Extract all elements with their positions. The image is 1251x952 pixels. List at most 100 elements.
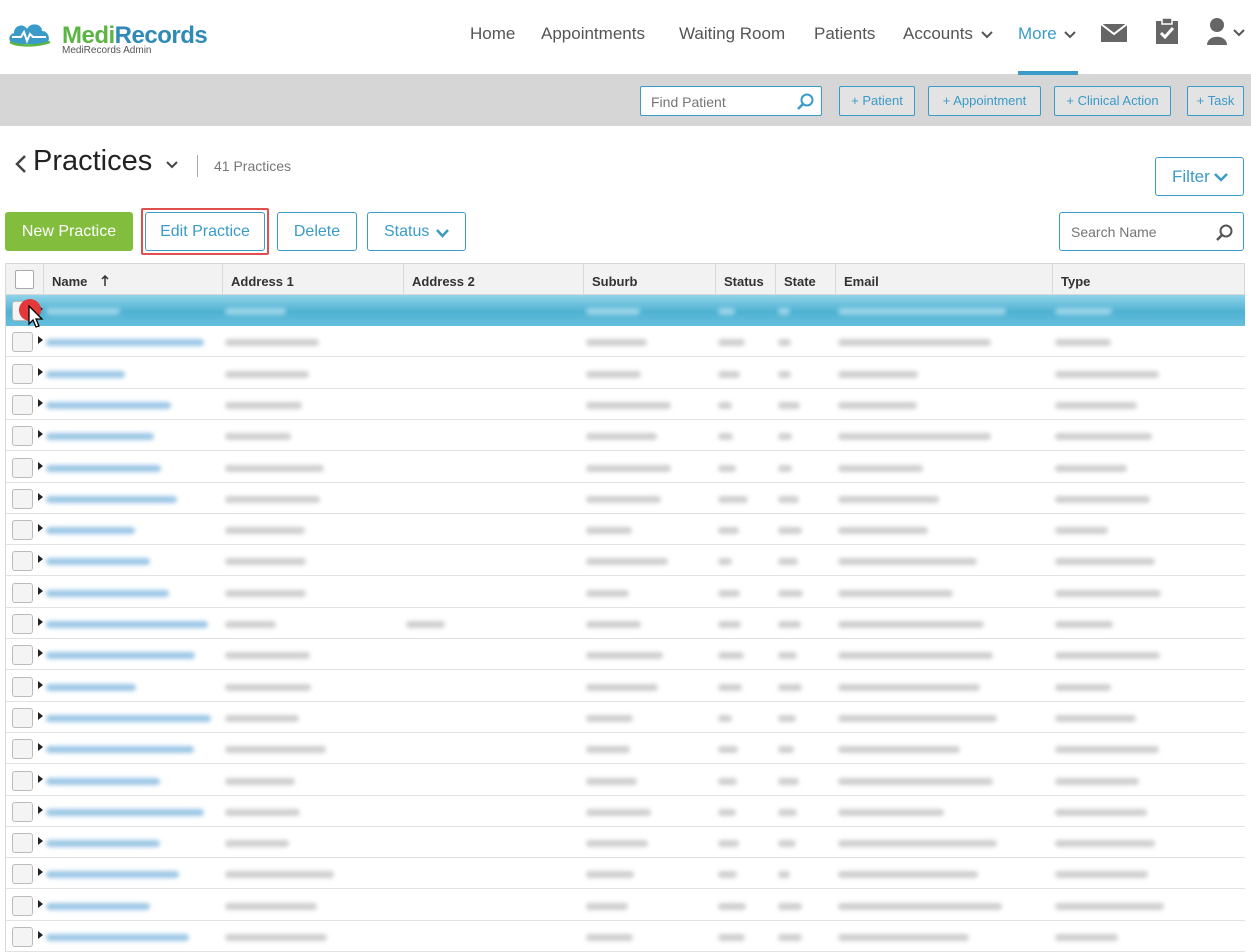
row-checkbox[interactable] xyxy=(12,707,33,728)
table-row[interactable] xyxy=(5,858,1245,890)
table-row[interactable] xyxy=(5,576,1245,608)
row-checkbox[interactable] xyxy=(12,582,33,603)
table-row[interactable] xyxy=(5,420,1245,452)
nav-waiting-room[interactable]: Waiting Room xyxy=(679,24,785,44)
column-header-address1[interactable]: Address 1 xyxy=(223,264,404,294)
nav-patients[interactable]: Patients xyxy=(814,24,875,44)
nav-accounts[interactable]: Accounts xyxy=(903,24,993,44)
row-expand-icon[interactable] xyxy=(38,837,43,846)
table-row[interactable] xyxy=(5,670,1245,702)
table-left-border xyxy=(5,295,6,952)
row-checkbox[interactable] xyxy=(12,864,33,885)
row-expand-icon[interactable] xyxy=(38,367,43,376)
find-patient-input[interactable] xyxy=(649,92,793,112)
table-row[interactable] xyxy=(5,795,1245,827)
row-checkbox[interactable] xyxy=(12,645,33,666)
row-checkbox[interactable] xyxy=(12,676,33,697)
add-appointment-button[interactable]: + Appointment xyxy=(928,86,1041,116)
search-icon[interactable] xyxy=(797,93,815,111)
delete-button[interactable]: Delete xyxy=(277,212,357,251)
clipboard-check-icon[interactable] xyxy=(1155,17,1179,49)
column-header-name[interactable]: Name xyxy=(44,264,223,294)
search-name-input[interactable] xyxy=(1069,223,1223,241)
table-row[interactable] xyxy=(5,701,1245,733)
row-expand-icon[interactable] xyxy=(38,430,43,439)
table-row[interactable] xyxy=(5,639,1245,671)
row-checkbox[interactable] xyxy=(12,770,33,791)
column-header-state[interactable]: State xyxy=(776,264,836,294)
table-row[interactable] xyxy=(5,326,1245,358)
row-expand-icon[interactable] xyxy=(38,868,43,877)
table-row[interactable] xyxy=(5,889,1245,921)
table-row[interactable] xyxy=(5,608,1245,639)
table-row[interactable] xyxy=(5,545,1245,577)
row-expand-icon[interactable] xyxy=(38,711,43,720)
row-expand-icon[interactable] xyxy=(38,618,43,626)
table-row[interactable] xyxy=(5,451,1245,483)
medirecords-logo[interactable]: MediRecords MediRecords Admin xyxy=(6,18,208,58)
table-row[interactable] xyxy=(5,921,1245,952)
mail-icon[interactable] xyxy=(1100,23,1128,47)
table-row[interactable] xyxy=(5,295,1245,326)
row-checkbox[interactable] xyxy=(12,488,33,509)
add-patient-button[interactable]: + Patient xyxy=(839,86,915,116)
row-expand-icon[interactable] xyxy=(38,398,43,407)
row-checkbox[interactable] xyxy=(12,927,33,947)
add-task-button[interactable]: + Task xyxy=(1187,86,1244,116)
column-header-suburb[interactable]: Suburb xyxy=(584,264,716,294)
column-header-status[interactable]: Status xyxy=(716,264,776,294)
find-patient-field[interactable] xyxy=(640,86,822,116)
table-row[interactable] xyxy=(5,482,1245,514)
status-dropdown-button[interactable]: Status xyxy=(367,212,466,251)
chevron-down-icon[interactable] xyxy=(166,160,178,169)
chevron-left-icon[interactable] xyxy=(14,154,28,174)
row-checkbox[interactable] xyxy=(12,520,33,541)
blurred-cell xyxy=(1055,652,1160,660)
new-practice-button[interactable]: New Practice xyxy=(5,212,133,251)
row-checkbox[interactable] xyxy=(12,551,33,572)
edit-practice-button[interactable]: Edit Practice xyxy=(145,212,265,251)
row-checkbox[interactable] xyxy=(12,394,33,415)
row-expand-icon[interactable] xyxy=(38,492,43,501)
row-expand-icon[interactable] xyxy=(38,805,43,814)
row-checkbox[interactable] xyxy=(12,895,33,916)
row-checkbox[interactable] xyxy=(12,332,33,353)
nav-appointments[interactable]: Appointments xyxy=(541,24,645,44)
table-row[interactable] xyxy=(5,733,1245,765)
row-checkbox[interactable] xyxy=(12,426,33,447)
table-row[interactable] xyxy=(5,514,1245,546)
row-checkbox[interactable] xyxy=(12,614,33,634)
row-expand-icon[interactable] xyxy=(38,555,43,564)
row-expand-icon[interactable] xyxy=(38,899,43,908)
row-expand-icon[interactable] xyxy=(38,680,43,689)
row-expand-icon[interactable] xyxy=(38,461,43,470)
column-header-email[interactable]: Email xyxy=(836,264,1053,294)
column-header-address2[interactable]: Address 2 xyxy=(404,264,584,294)
row-checkbox[interactable] xyxy=(12,801,33,822)
row-expand-icon[interactable] xyxy=(38,524,43,533)
select-all-checkbox[interactable] xyxy=(15,270,34,289)
table-row[interactable] xyxy=(5,764,1245,796)
search-icon[interactable] xyxy=(1216,224,1234,242)
user-icon[interactable] xyxy=(1207,18,1245,51)
filter-button[interactable]: Filter xyxy=(1155,157,1244,196)
row-expand-icon[interactable] xyxy=(38,931,43,939)
row-checkbox[interactable] xyxy=(12,457,33,478)
row-checkbox[interactable] xyxy=(12,833,33,854)
row-checkbox[interactable] xyxy=(12,363,33,384)
row-expand-icon[interactable] xyxy=(38,649,43,658)
row-checkbox[interactable] xyxy=(12,739,33,760)
row-expand-icon[interactable] xyxy=(38,336,43,345)
table-row[interactable] xyxy=(5,388,1245,420)
table-row[interactable] xyxy=(5,357,1245,389)
table-row[interactable] xyxy=(5,827,1245,859)
nav-home[interactable]: Home xyxy=(470,24,515,44)
blurred-cell xyxy=(586,464,671,472)
row-expand-icon[interactable] xyxy=(38,743,43,752)
row-expand-icon[interactable] xyxy=(38,586,43,595)
nav-more[interactable]: More xyxy=(1018,24,1077,44)
column-header-type[interactable]: Type xyxy=(1053,264,1244,294)
search-name-field[interactable] xyxy=(1059,212,1244,251)
add-clinical-action-button[interactable]: + Clinical Action xyxy=(1054,86,1171,116)
row-expand-icon[interactable] xyxy=(38,774,43,783)
